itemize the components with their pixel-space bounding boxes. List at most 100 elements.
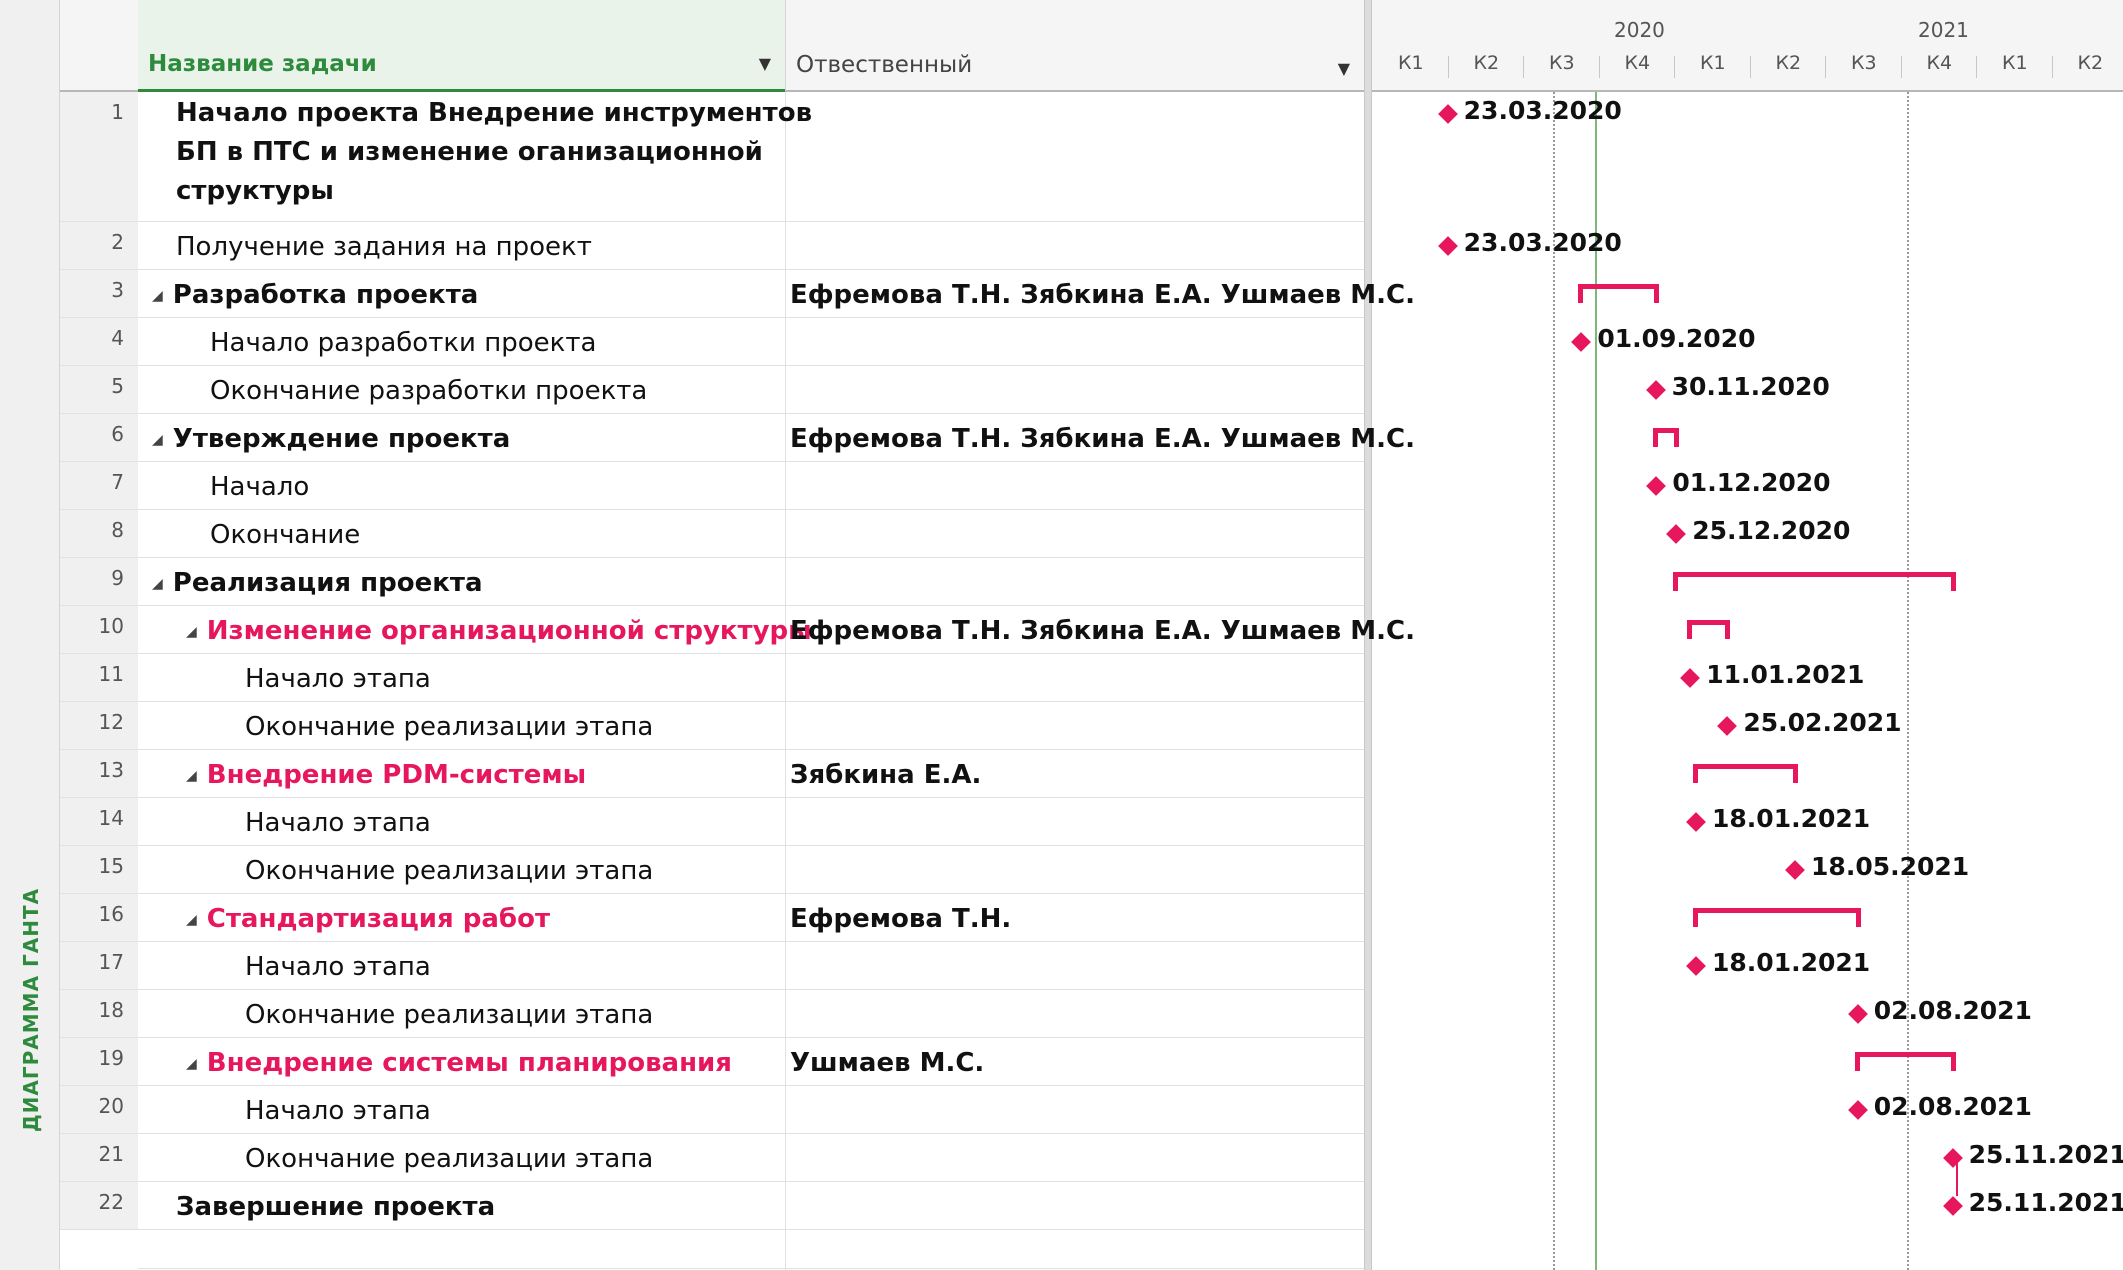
row-number[interactable]: 22: [60, 1182, 138, 1230]
task-name: Начало этапа: [245, 808, 431, 838]
quarter-divider: [1523, 56, 1524, 78]
task-name-cell[interactable]: Окончание реализации этапа: [245, 1144, 653, 1174]
summary-bar[interactable]: [1693, 764, 1799, 783]
task-name: Разработка проекта: [172, 280, 479, 310]
task-name-cell[interactable]: ◢ Стандартизация работ: [186, 904, 550, 934]
milestone-marker[interactable]: [1646, 476, 1667, 496]
column-header-task-name[interactable]: Название задачи ▼: [138, 0, 785, 92]
responsible-cell[interactable]: Ефремова Т.Н.: [790, 904, 1011, 934]
task-name-cell[interactable]: Окончание реализации этапа: [245, 856, 653, 886]
task-name-cell[interactable]: ◢ Внедрение PDM-системы: [186, 760, 586, 790]
responsible-cell[interactable]: Ефремова Т.Н. Зябкина Е.А. Ушмаев М.С.: [790, 616, 1415, 646]
rownum-header[interactable]: [60, 0, 138, 92]
row-number[interactable]: 1: [60, 92, 138, 222]
row-number[interactable]: 12: [60, 702, 138, 750]
collapse-triangle-icon[interactable]: ◢: [186, 768, 197, 784]
collapse-triangle-icon[interactable]: ◢: [152, 576, 163, 592]
summary-bar[interactable]: [1687, 620, 1731, 639]
dropdown-arrow-icon[interactable]: ▼: [1338, 59, 1350, 78]
row-number[interactable]: 5: [60, 366, 138, 414]
row-number[interactable]: 20: [60, 1086, 138, 1134]
row-divider: [138, 941, 1364, 942]
quarter-label: К2: [2077, 52, 2104, 74]
milestone-marker[interactable]: [1847, 1100, 1868, 1120]
milestone-marker[interactable]: [1785, 860, 1805, 880]
milestone-date-label: 25.02.2021: [1743, 708, 1902, 737]
task-name-cell[interactable]: ◢ Внедрение системы планирования: [186, 1048, 732, 1078]
milestone-marker[interactable]: [1942, 1148, 1963, 1168]
row-number[interactable]: 9: [60, 558, 138, 606]
quarter-label: К2: [1473, 52, 1500, 74]
collapse-triangle-icon[interactable]: ◢: [186, 912, 197, 928]
row-number[interactable]: 15: [60, 846, 138, 894]
row-number[interactable]: 19: [60, 1038, 138, 1086]
task-name-cell[interactable]: Получение задания на проект: [176, 232, 592, 262]
row-number[interactable]: 4: [60, 318, 138, 366]
row-number[interactable]: 16: [60, 894, 138, 942]
row-number[interactable]: 2: [60, 222, 138, 270]
milestone-marker[interactable]: [1847, 1004, 1868, 1024]
task-name-cell[interactable]: Начало разработки проекта: [210, 328, 596, 358]
quarter-divider: [1749, 56, 1751, 78]
milestone-marker[interactable]: [1680, 668, 1701, 688]
task-name-cell[interactable]: ◢ Изменение организационной структуры: [186, 616, 812, 646]
row-number[interactable]: 10: [60, 606, 138, 654]
task-name: Окончание реализации этапа: [245, 1000, 654, 1030]
milestone-marker[interactable]: [1437, 104, 1458, 124]
task-name-cell[interactable]: ◢ Утверждение проекта: [152, 424, 510, 454]
row-number[interactable]: 21: [60, 1134, 138, 1182]
milestone-marker[interactable]: [1645, 380, 1666, 400]
quarter-label: К1: [1398, 52, 1424, 74]
task-name-cell[interactable]: Окончание реализации этапа: [245, 712, 653, 742]
row-number[interactable]: 18: [60, 990, 138, 1038]
row-number[interactable]: 17: [60, 942, 138, 990]
task-name-cell[interactable]: Начало проекта Внедрение инструментов БП …: [176, 94, 812, 211]
summary-bar[interactable]: [1854, 1052, 1956, 1071]
dropdown-arrow-icon[interactable]: ▼: [759, 54, 771, 73]
task-name-cell[interactable]: ◢ Реализация проекта: [152, 568, 483, 598]
row-number[interactable]: 6: [60, 414, 138, 462]
task-name-cell[interactable]: Окончание: [210, 520, 360, 550]
row-number[interactable]: 11: [60, 654, 138, 702]
collapse-triangle-icon[interactable]: ◢: [186, 624, 197, 640]
milestone-marker[interactable]: [1437, 236, 1458, 256]
row-number[interactable]: 3: [60, 270, 138, 318]
task-name-cell[interactable]: Окончание реализации этапа: [245, 1000, 653, 1030]
task-name-cell[interactable]: Начало этапа: [245, 808, 431, 838]
milestone-marker[interactable]: [1686, 812, 1706, 832]
task-name-cell[interactable]: Завершение проекта: [176, 1192, 495, 1222]
column-header-label: Отвественный: [796, 52, 973, 78]
summary-bar[interactable]: [1578, 284, 1659, 303]
responsible-cell[interactable]: Зябкина Е.А.: [790, 760, 981, 790]
milestone-marker[interactable]: [1717, 716, 1738, 736]
task-name-cell[interactable]: Окончание разработки проекта: [210, 376, 647, 406]
responsible-cell[interactable]: Ефремова Т.Н. Зябкина Е.А. Ушмаев М.С.: [790, 280, 1415, 310]
collapse-triangle-icon[interactable]: ◢: [186, 1056, 197, 1072]
summary-bar[interactable]: [1693, 908, 1861, 927]
task-name-line: БП в ПТС и изменение оганизационной: [176, 137, 763, 167]
milestone-date-label: 25.11.2021: [1968, 1188, 2123, 1217]
summary-bar[interactable]: [1673, 572, 1956, 591]
responsible-cell[interactable]: Ушмаев М.С.: [790, 1048, 984, 1078]
row-number[interactable]: 8: [60, 510, 138, 558]
column-header-responsible[interactable]: Отвественный ▼: [785, 0, 1364, 92]
task-name-cell[interactable]: Начало этапа: [245, 1096, 431, 1126]
task-name-cell[interactable]: Начало: [210, 472, 309, 502]
task-name: Начало: [210, 472, 310, 502]
row-number[interactable]: 14: [60, 798, 138, 846]
responsible-cell[interactable]: Ефремова Т.Н. Зябкина Е.А. Ушмаев М.С.: [790, 424, 1415, 454]
task-name-cell[interactable]: Начало этапа: [245, 952, 431, 982]
milestone-marker[interactable]: [1666, 524, 1687, 544]
milestone-date-label: 30.11.2020: [1671, 372, 1830, 401]
view-sidebar[interactable]: ДИАГРАММА ГАНТА: [0, 0, 60, 1270]
task-name-cell[interactable]: Начало этапа: [245, 664, 431, 694]
summary-bar[interactable]: [1653, 428, 1680, 447]
milestone-marker[interactable]: [1686, 956, 1706, 976]
milestone-marker[interactable]: [1942, 1196, 1963, 1216]
milestone-marker[interactable]: [1571, 332, 1592, 352]
row-number[interactable]: 13: [60, 750, 138, 798]
task-name-cell[interactable]: ◢ Разработка проекта: [152, 280, 478, 310]
collapse-triangle-icon[interactable]: ◢: [152, 432, 163, 448]
collapse-triangle-icon[interactable]: ◢: [152, 288, 163, 304]
row-number[interactable]: 7: [60, 462, 138, 510]
